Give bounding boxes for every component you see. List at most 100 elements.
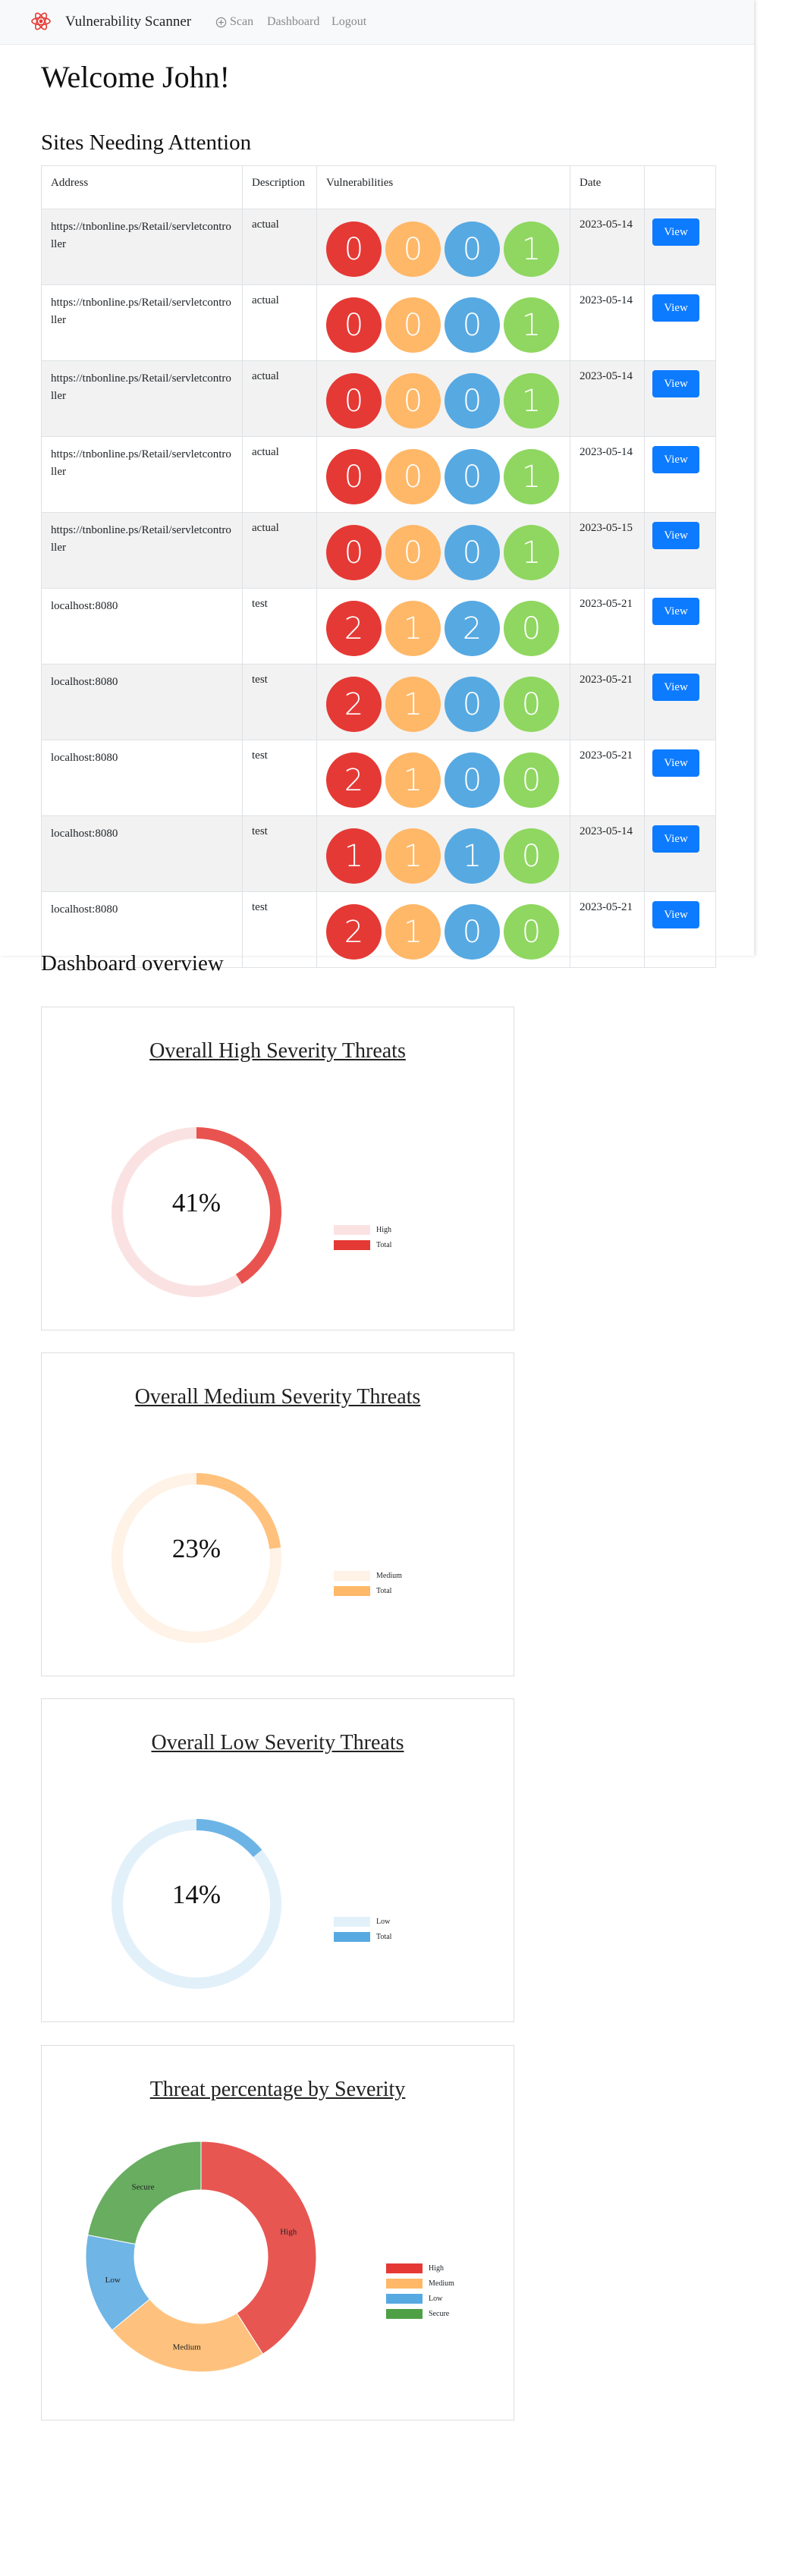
severity-percentage-donut[interactable]: High Medium Low Secure — [72, 2128, 330, 2386]
date-cell: 2023-05-15 — [570, 512, 645, 589]
medium-severity-card: Overall Medium Severity Threats 23% Medi… — [41, 1352, 514, 1676]
description-cell: actual — [242, 436, 317, 513]
date-cell: 2023-05-21 — [570, 664, 645, 740]
table-row: https://tnbonline.ps/Retail/servletcontr… — [41, 436, 716, 513]
action-cell: View — [644, 815, 716, 892]
action-cell: View — [644, 284, 716, 361]
low-count-badge: 2 — [445, 601, 500, 656]
view-button[interactable]: View — [652, 749, 699, 777]
high-count-badge: 0 — [326, 449, 382, 504]
address-cell: localhost:8080 — [41, 588, 243, 664]
chart-legend: Medium Total — [334, 1568, 402, 1598]
severity-percentage-card: Threat percentage by Severity High Medium… — [41, 2045, 514, 2420]
vulnerabilities-cell: 0001 — [316, 284, 570, 361]
medium-count-badge: 0 — [385, 221, 441, 277]
description-cell: actual — [242, 284, 317, 361]
address-cell: localhost:8080 — [41, 664, 243, 740]
view-button[interactable]: View — [652, 522, 699, 549]
view-button[interactable]: View — [652, 294, 699, 322]
secure-count-badge: 1 — [504, 373, 559, 429]
legend-item-medium[interactable]: Medium — [334, 1568, 402, 1583]
medium-count-badge: 1 — [385, 828, 441, 884]
vulnerabilities-cell: 2100 — [316, 664, 570, 740]
low-count-badge: 0 — [445, 373, 500, 429]
legend-swatch — [334, 1916, 370, 1927]
view-button[interactable]: View — [652, 218, 699, 246]
legend-label: High — [429, 2263, 444, 2273]
vulnerabilities-cell: 0001 — [316, 512, 570, 589]
medium-count-badge: 0 — [385, 525, 441, 580]
view-button[interactable]: View — [652, 674, 699, 701]
description-cell: actual — [242, 209, 317, 285]
date-cell: 2023-05-14 — [570, 360, 645, 437]
donut-center-label: 14% — [171, 1880, 221, 1909]
address-cell: localhost:8080 — [41, 740, 243, 816]
medium-count-badge: 1 — [385, 677, 441, 732]
view-button[interactable]: View — [652, 901, 699, 928]
sites-table: Address Description Vulnerabilities Date… — [41, 165, 716, 968]
date-cell: 2023-05-21 — [570, 740, 645, 816]
legend-item-high[interactable]: High — [386, 2260, 454, 2276]
low-count-badge: 0 — [445, 904, 500, 960]
legend-item-medium[interactable]: Medium — [386, 2276, 454, 2291]
slice-low[interactable] — [196, 1819, 262, 1858]
slice-secure[interactable] — [87, 2141, 202, 2245]
chart-legend: High Medium Low Secure — [386, 2260, 454, 2321]
brand-name[interactable]: Vulnerability Scanner — [65, 14, 191, 30]
plus-circle-icon — [215, 17, 227, 27]
high-count-badge: 0 — [326, 373, 382, 429]
header-actions — [644, 165, 716, 209]
chart-legend: Low Total — [334, 1914, 391, 1944]
legend-item-secure[interactable]: Secure — [386, 2306, 454, 2321]
high-count-badge: 2 — [326, 904, 382, 960]
nav-logout-link[interactable]: Logout — [331, 15, 366, 29]
legend-swatch — [334, 1224, 370, 1235]
legend-label: Total — [376, 1240, 392, 1249]
sites-section-title: Sites Needing Attention — [41, 130, 252, 155]
dashboard-title: Dashboard overview — [41, 951, 224, 975]
nav-scan-link[interactable]: Scan — [215, 15, 253, 29]
legend-item-total[interactable]: Total — [334, 1237, 391, 1252]
low-count-badge: 0 — [445, 221, 500, 277]
legend-item-total[interactable]: Total — [334, 1929, 391, 1944]
legend-item-high[interactable]: High — [334, 1222, 391, 1237]
table-row: localhost:8080 test 2 1 2 0 2023-05-21 View — [41, 588, 716, 664]
date-cell: 2023-05-14 — [570, 436, 645, 513]
secure-count-badge: 0 — [504, 904, 559, 960]
legend-swatch — [386, 2308, 423, 2319]
view-button[interactable]: View — [652, 598, 699, 625]
slice-label-medium: Medium — [173, 2343, 202, 2352]
legend-item-low[interactable]: Low — [386, 2291, 454, 2306]
vulnerabilities-cell: 0001 — [316, 360, 570, 437]
chart-title: Overall Low Severity Threats — [151, 1731, 404, 1755]
table-row: https://tnbonline.ps/Retail/servletcontr… — [41, 360, 716, 437]
medium-count-badge: 1 — [385, 601, 441, 656]
secure-count-badge: 0 — [504, 601, 559, 656]
chart-title: Overall High Severity Threats — [149, 1039, 406, 1063]
table-header-row: Address Description Vulnerabilities Date — [41, 165, 716, 209]
low-severity-card: Overall Low Severity Threats 14% Low Tota… — [41, 1698, 514, 2022]
slice-label-low: Low — [105, 2276, 121, 2285]
secure-count-badge: 1 — [504, 221, 559, 277]
view-button[interactable]: View — [652, 446, 699, 473]
view-button[interactable]: View — [652, 370, 699, 397]
legend-item-low[interactable]: Low — [334, 1914, 391, 1929]
medium-count-badge: 1 — [385, 752, 441, 808]
low-count-badge: 1 — [445, 828, 500, 884]
high-count-badge: 2 — [326, 601, 382, 656]
header-vulnerabilities: Vulnerabilities — [316, 165, 570, 209]
table-row: https://tnbonline.ps/Retail/servletcontr… — [41, 284, 716, 361]
nav-dashboard-link[interactable]: Dashboard — [267, 15, 319, 29]
action-cell: View — [644, 588, 716, 664]
action-cell: View — [644, 512, 716, 589]
description-cell: actual — [242, 360, 317, 437]
description-cell: test — [242, 891, 317, 968]
legend-label: Secure — [429, 2309, 450, 2318]
react-logo-icon[interactable] — [30, 11, 52, 32]
view-button[interactable]: View — [652, 825, 699, 853]
table-row: https://tnbonline.ps/Retail/servletcontr… — [41, 209, 716, 285]
nav-scan-label: Scan — [230, 15, 254, 28]
secure-count-badge: 0 — [504, 828, 559, 884]
legend-item-total[interactable]: Total — [334, 1583, 402, 1598]
action-cell: View — [644, 436, 716, 513]
